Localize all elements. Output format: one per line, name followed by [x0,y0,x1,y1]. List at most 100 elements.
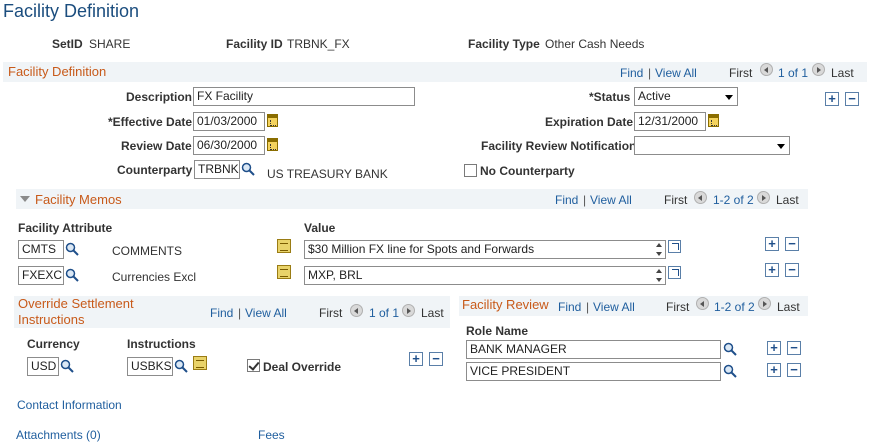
memo-attribute-field[interactable]: FXEXC [18,266,64,285]
review-add-row-button[interactable]: + [767,363,781,377]
memo-attribute-field[interactable]: CMTS [18,240,64,259]
definition-view-all-link[interactable]: View All [655,66,697,80]
collapse-icon[interactable] [20,196,30,202]
role-name-field[interactable]: VICE PRESIDENT [466,362,721,381]
definition-separator: | [648,66,652,80]
definition-find-link[interactable]: Find [620,66,643,80]
override-section-title-line1: Override Settlement [18,296,134,311]
currency-field[interactable]: USD [27,357,59,376]
scroll-arrows-icon[interactable] [654,267,664,284]
search-icon[interactable] [60,359,74,373]
counterparty-field[interactable]: TRBNK [194,160,240,179]
review-last-label: Last [777,300,800,314]
search-icon[interactable] [65,242,79,256]
expand-icon[interactable] [668,266,681,279]
currency-label: Currency [27,337,80,351]
memo-add-row-button[interactable]: + [765,263,779,277]
definition-add-row-button[interactable]: + [825,92,839,106]
status-value: Active [638,89,671,103]
definition-prev-icon[interactable] [760,63,773,76]
override-delete-row-button[interactable]: − [429,352,443,366]
memo-delete-row-button[interactable]: − [785,263,799,277]
role-name-field[interactable]: BANK MANAGER [466,340,721,359]
facility-id-label: Facility ID [226,37,283,51]
page-title: Facility Definition [3,1,140,21]
search-icon[interactable] [723,342,737,356]
fees-link[interactable]: Fees [258,428,285,442]
facility-type-value: Other Cash Needs [545,37,645,51]
definition-first-label: First [729,66,753,80]
search-icon[interactable] [65,268,79,282]
chevron-down-icon [777,144,785,149]
override-last-label: Last [421,306,444,320]
definition-pager: 1 of 1 [778,66,809,80]
memo-icon[interactable] [277,239,291,253]
scroll-arrows-icon[interactable] [654,241,664,258]
override-find-link[interactable]: Find [210,306,233,320]
effective-date-field[interactable]: 01/03/2000 [193,112,265,131]
override-view-all-link[interactable]: View All [245,306,287,320]
counterparty-label: Counterparty [117,163,193,177]
memos-section-bar [16,189,808,209]
memo-delete-row-button[interactable]: − [785,237,799,251]
memos-prev-icon[interactable] [694,191,707,204]
search-icon[interactable] [174,359,188,373]
memos-first-label: First [664,193,688,207]
calendar-icon[interactable] [708,114,719,127]
review-delete-row-button[interactable]: − [787,341,801,355]
review-add-row-button[interactable]: + [767,341,781,355]
role-name-label: Role Name [466,324,529,338]
attachments-link[interactable]: Attachments (0) [16,428,101,442]
review-notification-label: Facility Review Notification [481,139,637,153]
review-date-field[interactable]: 06/30/2000 [193,136,265,155]
no-counterparty-checkbox[interactable] [464,164,477,177]
status-select[interactable]: Active [634,87,738,106]
review-section-title: Facility Review [462,297,549,312]
deal-override-checkbox[interactable] [247,359,260,372]
override-section-title-line2: Instructions [18,312,85,327]
memos-pager: 1-2 of 2 [713,193,754,207]
review-prev-icon[interactable] [696,297,709,310]
override-next-icon[interactable] [402,304,415,317]
calendar-icon[interactable] [267,114,278,127]
expiration-date-label: Expiration Date [545,115,634,129]
definition-section-title: Facility Definition [8,64,107,79]
memo-add-row-button[interactable]: + [765,237,779,251]
review-view-all-link[interactable]: View All [593,300,635,314]
review-first-label: First [666,300,690,314]
effective-date-label: *Effective Date [108,115,193,129]
search-icon[interactable] [723,364,737,378]
override-prev-icon[interactable] [350,304,363,317]
override-add-row-button[interactable]: + [409,352,423,366]
instructions-detail-icon[interactable] [193,356,207,370]
memos-section-title[interactable]: Facility Memos [35,192,122,207]
memo-value-field[interactable]: $30 Million FX line for Spots and Forwar… [304,240,666,259]
review-delete-row-button[interactable]: − [787,363,801,377]
description-field[interactable]: FX Facility [193,87,415,106]
memos-view-all-link[interactable]: View All [590,193,632,207]
definition-next-icon[interactable] [812,63,825,76]
contact-information-link[interactable]: Contact Information [17,398,122,412]
definition-delete-row-button[interactable]: − [845,92,859,106]
memo-icon[interactable] [277,265,291,279]
memos-col-value: Value [304,221,336,235]
description-label: Description [126,90,193,104]
status-label: *Status [589,90,631,104]
review-next-icon[interactable] [758,297,771,310]
override-pager: 1 of 1 [369,306,400,320]
expand-icon[interactable] [668,240,681,253]
instructions-field[interactable]: USBKS [127,357,173,376]
deal-override-label: Deal Override [263,360,342,374]
review-find-link[interactable]: Find [558,300,581,314]
expiration-date-field[interactable]: 12/31/2000 [634,112,706,131]
memos-find-link[interactable]: Find [555,193,578,207]
memos-separator: | [583,193,587,207]
calendar-icon[interactable] [267,138,278,151]
memos-next-icon[interactable] [757,191,770,204]
memo-value-field[interactable]: MXP, BRL [304,266,666,285]
review-notification-select[interactable] [634,136,790,155]
override-first-label: First [319,306,343,320]
instructions-label: Instructions [127,337,196,351]
search-icon[interactable] [241,162,255,176]
definition-last-label: Last [831,66,854,80]
